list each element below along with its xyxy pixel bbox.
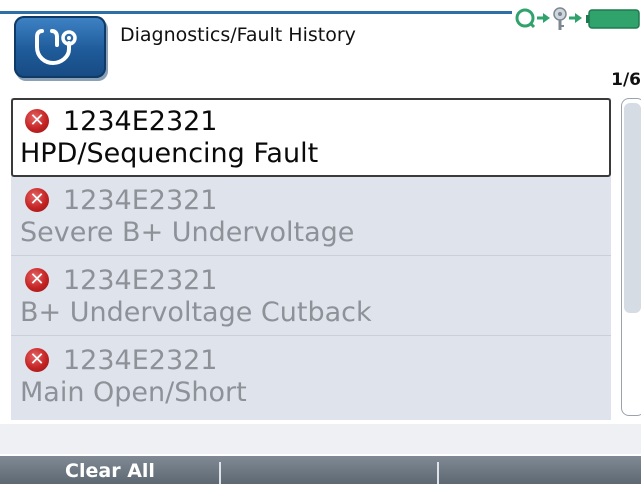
- arrow-right-icon: [569, 13, 582, 23]
- page-counter: 1/6: [611, 70, 641, 90]
- fault-x-icon: ✕: [25, 268, 49, 292]
- header-accent-line: [0, 11, 512, 14]
- softkey-2-button[interactable]: [220, 456, 438, 484]
- clear-all-button[interactable]: Clear All: [0, 456, 220, 484]
- fault-code: 1234E2321: [63, 264, 218, 296]
- fault-x-icon: ✕: [25, 348, 49, 372]
- screen: Diagnostics/Fault History 1/6 ✕ 1234E232…: [0, 0, 641, 484]
- softkey-bar: Clear All: [0, 456, 641, 484]
- footer-strip: [0, 424, 641, 454]
- scrollbar[interactable]: [621, 98, 641, 416]
- fault-code: 1234E2321: [63, 344, 218, 376]
- fault-description: HPD/Sequencing Fault: [20, 138, 319, 169]
- key-icon: [553, 7, 567, 30]
- fault-list: ✕ 1234E2321 HPD/Sequencing Fault ✕ 1234E…: [11, 98, 611, 420]
- battery-icon: [586, 9, 640, 29]
- fault-x-icon: ✕: [25, 109, 49, 133]
- status-indicators: [505, 4, 641, 32]
- fault-list-item[interactable]: ✕ 1234E2321 B+ Undervoltage Cutback: [11, 257, 611, 336]
- stethoscope-icon: [14, 16, 106, 78]
- connection-icon: [515, 8, 536, 29]
- fault-description: B+ Undervoltage Cutback: [20, 297, 372, 328]
- fault-description: Severe B+ Undervoltage: [20, 217, 355, 248]
- arrow-right-icon: [537, 13, 550, 23]
- fault-list-item[interactable]: ✕ 1234E2321 Main Open/Short: [11, 337, 611, 416]
- softkey-3-button[interactable]: [438, 456, 641, 484]
- fault-code: 1234E2321: [63, 184, 218, 216]
- fault-x-icon: ✕: [25, 188, 49, 212]
- fault-description: Main Open/Short: [20, 377, 247, 408]
- scrollbar-thumb[interactable]: [624, 103, 641, 313]
- fault-list-item[interactable]: ✕ 1234E2321 HPD/Sequencing Fault: [11, 98, 611, 177]
- fault-list-item[interactable]: ✕ 1234E2321 Severe B+ Undervoltage: [11, 177, 611, 256]
- fault-code: 1234E2321: [63, 105, 218, 137]
- page-title: Diagnostics/Fault History: [120, 24, 356, 46]
